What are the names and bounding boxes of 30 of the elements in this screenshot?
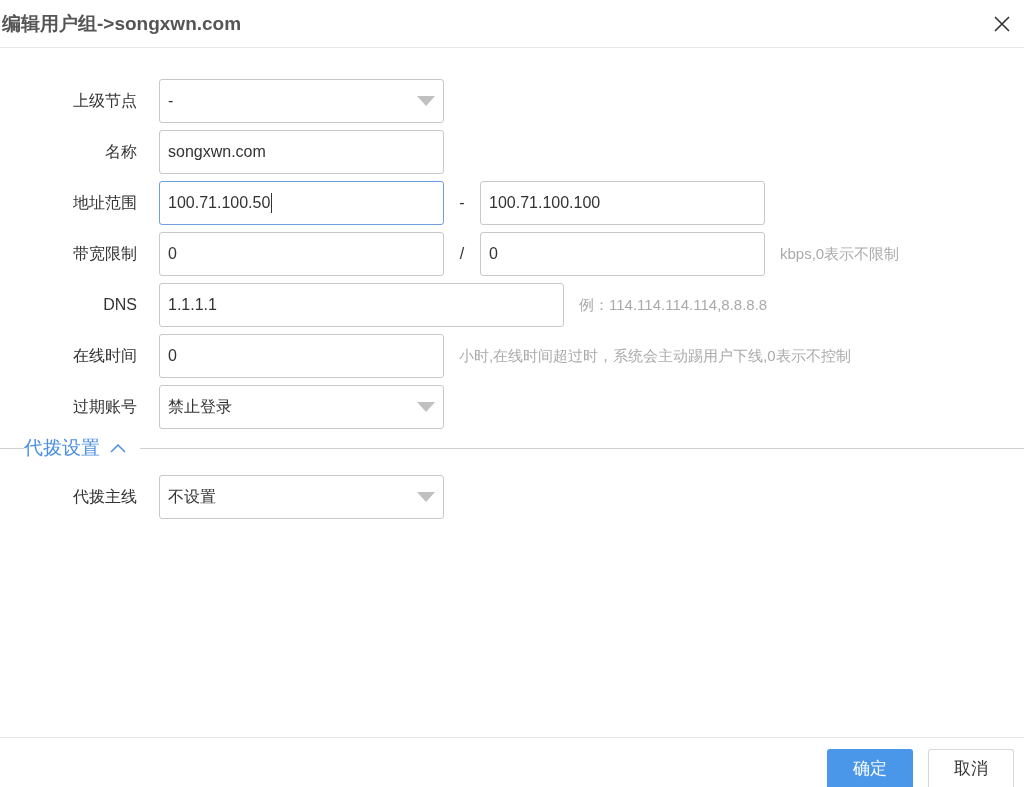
field-label: 名称 [104, 141, 137, 162]
input-field[interactable]: songxwn.com [159, 130, 444, 174]
separator-text: / [458, 245, 466, 263]
chevron-icon[interactable] [110, 443, 126, 453]
select-field[interactable]: 不设置 [159, 475, 444, 519]
caret-icon [417, 96, 435, 106]
select-field[interactable]: 禁止登录 [159, 385, 444, 429]
input-field[interactable]: 100.71.100.100 [480, 181, 765, 225]
field-label: 地址范围 [72, 192, 137, 213]
select-field[interactable]: - [159, 79, 444, 123]
hint-text: kbps,0表示不限制 [780, 244, 900, 264]
dialog-title: 编辑用户组->songxwn.com [2, 11, 242, 36]
field-label: 上级节点 [72, 90, 137, 111]
input-field[interactable]: 100.71.100.50 [159, 181, 444, 225]
separator-text: - [458, 194, 466, 212]
cancel-button[interactable]: 取消 [928, 749, 1014, 787]
input-field[interactable]: 0 [159, 334, 444, 378]
hint-text: 小时,在线时间超过时，系统会主动踢用户下线,0表示不控制 [459, 346, 851, 366]
input-field[interactable]: 0 [480, 232, 765, 276]
caret-icon [417, 492, 435, 502]
field-label: 过期账号 [72, 396, 137, 417]
field-label: DNS [102, 296, 137, 314]
field-label: 带宽限制 [72, 243, 137, 264]
field-label: 在线时间 [72, 345, 137, 366]
hint-text: 例：114.114.114.114,8.8.8.8 [579, 295, 768, 315]
field-label: 代拨主线 [72, 486, 137, 507]
caret-icon [417, 402, 435, 412]
close-icon[interactable] [993, 14, 1011, 33]
input-field[interactable]: 1.1.1.1 [159, 283, 564, 327]
input-field[interactable]: 0 [159, 232, 444, 276]
